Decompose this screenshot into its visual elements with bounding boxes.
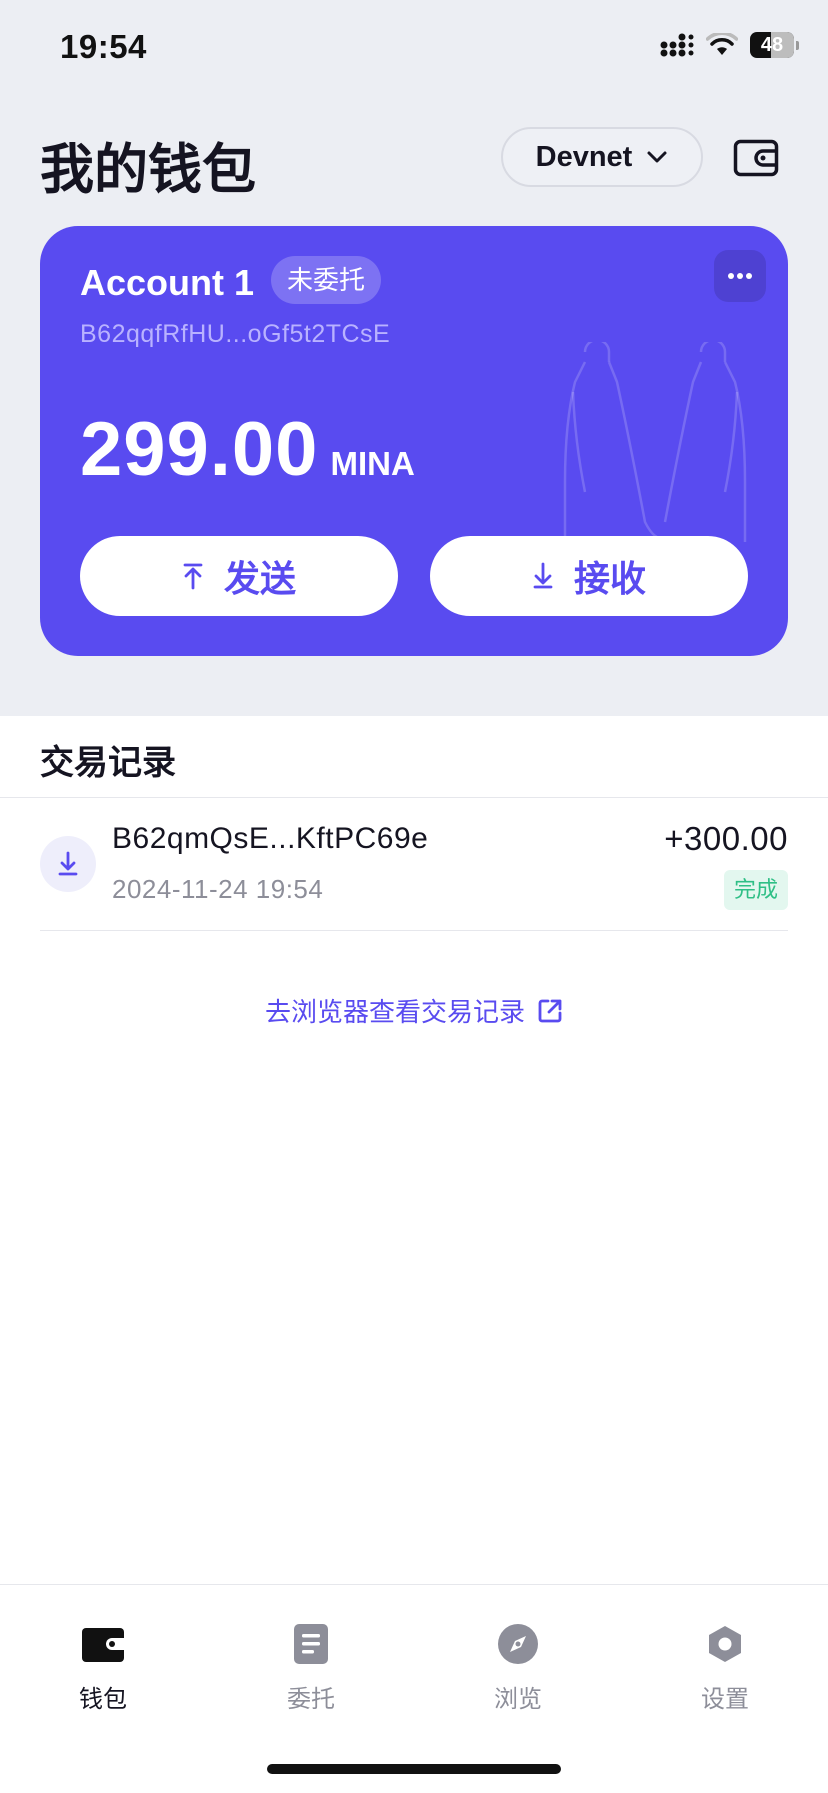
account-name: Account 1 — [80, 262, 255, 303]
account-card[interactable]: Account 1 未委托 B62qqfRfHU...oGf5t2TCsE 29… — [40, 226, 788, 656]
tab-label: 浏览 — [494, 1686, 542, 1713]
wallet-icon — [733, 139, 779, 177]
wallet-icon — [82, 1628, 124, 1662]
tab-bar: 钱包 委托 浏览 设置 — [0, 1584, 828, 1793]
stake-status-badge: 未委托 — [271, 256, 382, 304]
transaction-amount: +300.00 — [664, 820, 788, 857]
balance-amount: 299.00 — [80, 407, 319, 492]
tab-label: 委托 — [287, 1686, 335, 1713]
explorer-link-label: 去浏览器查看交易记录 — [264, 997, 525, 1027]
page-title: 我的钱包 — [40, 140, 256, 200]
transaction-time: 2024-11-24 19:54 — [112, 874, 324, 904]
account-address[interactable]: B62qqfRfHU...oGf5t2TCsE — [80, 320, 390, 349]
tab-label: 设置 — [701, 1686, 749, 1713]
battery-indicator: 48 — [750, 32, 799, 58]
more-options-button[interactable] — [714, 250, 766, 302]
transaction-address: B62qmQsE...KftPC69e — [112, 822, 429, 855]
explorer-link[interactable]: 去浏览器查看交易记录 — [0, 992, 828, 1029]
chevron-down-icon — [647, 151, 667, 163]
tab-label: 钱包 — [79, 1686, 127, 1713]
transaction-status-badge: 完成 — [723, 870, 788, 910]
send-label: 发送 — [223, 558, 296, 599]
network-label: Devnet — [535, 140, 633, 173]
status-icons: 48 — [660, 32, 799, 58]
tab-stake[interactable]: 委托 — [251, 1621, 371, 1714]
wifi-icon — [706, 33, 738, 55]
arrow-up-icon — [183, 563, 203, 590]
gear-icon — [709, 1626, 741, 1662]
receive-label: 接收 — [573, 558, 646, 599]
external-link-icon — [538, 999, 562, 1022]
arrow-down-icon — [533, 562, 553, 589]
tab-browse[interactable]: 浏览 — [458, 1621, 578, 1714]
tab-wallet[interactable]: 钱包 — [43, 1621, 163, 1714]
battery-level-text: 48 — [760, 33, 784, 56]
divider — [0, 797, 828, 798]
tab-settings[interactable]: 设置 — [665, 1621, 785, 1714]
send-button[interactable]: 发送 — [80, 536, 398, 616]
balance-unit: MINA — [330, 445, 415, 482]
status-time: 19:54 — [60, 28, 147, 65]
wallet-manage-button[interactable] — [732, 134, 780, 182]
signal-icon — [660, 33, 694, 57]
account-balance: 299.00 MINA — [80, 406, 415, 493]
transactions-header: 交易记录 — [40, 744, 176, 782]
receive-tx-icon — [40, 836, 96, 892]
more-dots-icon — [728, 273, 752, 279]
home-indicator — [267, 1764, 561, 1774]
compass-icon — [498, 1624, 538, 1664]
receive-button[interactable]: 接收 — [430, 536, 748, 616]
transaction-row[interactable]: B62qmQsE...KftPC69e 2024-11-24 19:54 +30… — [40, 800, 788, 931]
mina-decoration-icon — [563, 342, 747, 542]
network-selector[interactable]: Devnet — [501, 127, 703, 187]
document-icon — [294, 1624, 328, 1664]
